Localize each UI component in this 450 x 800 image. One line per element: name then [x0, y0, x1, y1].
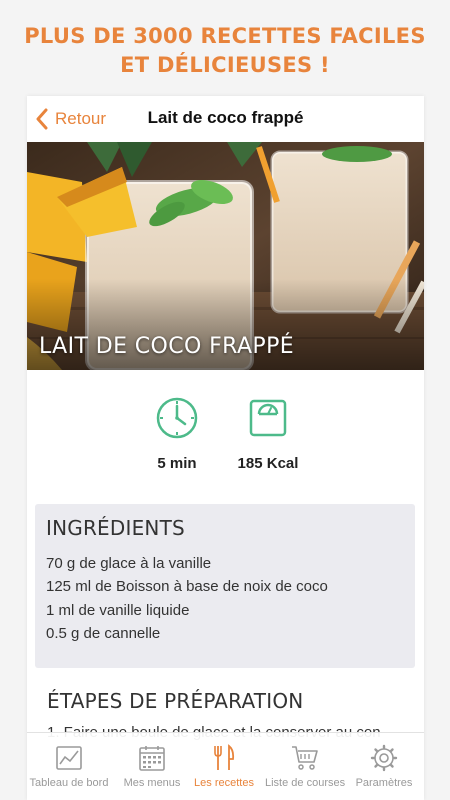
- promo-line-2: ET DÉLICIEUSES !: [120, 53, 330, 77]
- scale-icon: [249, 399, 287, 437]
- promo-headline: PLUS DE 3000 RECETTES FACILES ET DÉLICIE…: [0, 22, 450, 80]
- phone-screen: Retour Lait de coco frappé LAIT DE COCO …: [27, 96, 424, 800]
- cart-icon: [292, 746, 318, 770]
- ingredients-title: INGRÉDIENTS: [46, 516, 185, 540]
- ingredients-section: INGRÉDIENTS 70 g de glace à la vanille 1…: [35, 504, 415, 668]
- ingredient-item: 70 g de glace à la vanille: [46, 555, 212, 572]
- recipe-hero-image: LAIT DE COCO FRAPPÉ: [27, 142, 424, 370]
- calendar-icon: [139, 746, 165, 771]
- steps-title: ÉTAPES DE PRÉPARATION: [47, 689, 304, 713]
- gear-icon: [370, 744, 398, 772]
- tab-settings[interactable]: Paramètres: [344, 733, 424, 800]
- tab-menus[interactable]: Mes menus: [112, 733, 192, 800]
- page-title: Lait de coco frappé: [147, 108, 304, 127]
- tab-recipes[interactable]: Les recettes: [184, 733, 264, 800]
- ingredient-item: 125 ml de Boisson à base de noix de coco: [46, 578, 328, 596]
- tab-shopping-list[interactable]: Liste de courses: [265, 733, 345, 800]
- tab-dashboard[interactable]: Tableau de bord: [29, 733, 109, 800]
- tab-bar: Tableau de bord Mes menus Les recettes L…: [27, 732, 424, 800]
- hero-title: LAIT DE COCO FRAPPÉ: [39, 334, 295, 359]
- promo-line-1: PLUS DE 3000 RECETTES FACILES: [24, 24, 426, 48]
- clock-icon: [156, 397, 198, 439]
- tab-label: Mes menus: [123, 777, 181, 789]
- chart-icon: [56, 746, 82, 770]
- ingredients-list: 70 g de glace à la vanille 125 ml de Boi…: [46, 552, 328, 645]
- ingredient-item: 1 ml de vanille liquide: [46, 601, 190, 619]
- recipe-stats: 5 min 185 Kcal: [27, 396, 424, 486]
- stat-calories-value: 185 Kcal: [237, 455, 299, 472]
- stat-calories: 185 Kcal: [213, 396, 323, 472]
- utensils-icon: [214, 744, 235, 770]
- navigation-bar: Retour Lait de coco frappé: [27, 96, 424, 142]
- tab-label: Paramètres: [355, 777, 413, 789]
- tab-label: Liste de courses: [265, 777, 346, 789]
- tab-label: Les recettes: [194, 777, 254, 789]
- tab-label: Tableau de bord: [29, 777, 109, 789]
- ingredient-item: 0.5 g de cannelle: [46, 624, 161, 642]
